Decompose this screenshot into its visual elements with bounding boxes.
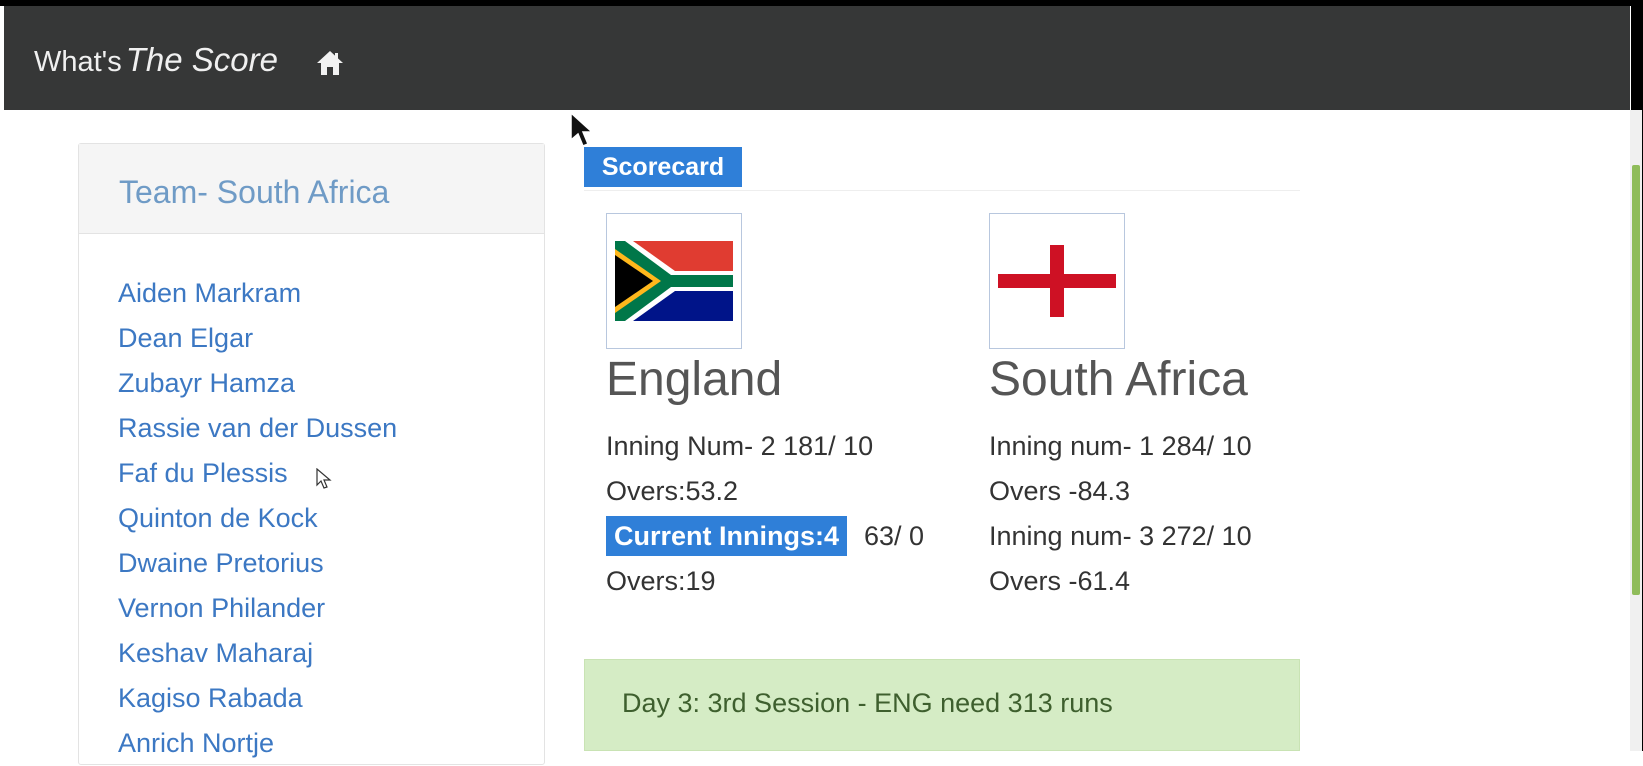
scorecard-badge: Scorecard — [584, 147, 742, 187]
inning-score: Inning Num- 2 181/ 10 — [606, 431, 874, 461]
player-list: Aiden Markram Dean Elgar Zubayr Hamza Ra… — [118, 271, 397, 766]
overs-text: Overs -84.3 — [989, 476, 1131, 506]
team-name: England — [606, 353, 783, 406]
player-link[interactable]: Anrich Nortje — [118, 721, 397, 766]
player-link[interactable]: Rassie van der Dussen — [118, 406, 397, 451]
player-link[interactable]: Kagiso Rabada — [118, 676, 397, 721]
brand-text: What's — [34, 46, 122, 78]
player-link[interactable]: Dean Elgar — [118, 316, 397, 361]
player-link[interactable]: Dwaine Pretorius — [118, 541, 397, 586]
player-link[interactable]: Zubayr Hamza — [118, 361, 397, 406]
mouse-pointer-icon — [570, 112, 594, 147]
inning-score: Inning num- 1 284/ 10 — [989, 431, 1252, 461]
team-name: South Africa — [989, 353, 1248, 406]
england-flag-icon — [998, 241, 1116, 321]
player-link[interactable]: Aiden Markram — [118, 271, 397, 316]
current-innings-score: 63/ 0 — [864, 521, 925, 551]
overs-text: Overs -61.4 — [989, 566, 1131, 596]
team-flag-thumbnail — [989, 213, 1125, 349]
player-link[interactable]: Keshav Maharaj — [118, 631, 397, 676]
player-link[interactable]: Quinton de Kock — [118, 496, 397, 541]
team-panel-title: Team- South Africa — [119, 174, 390, 210]
session-status-alert: Day 3: 3rd Session - ENG need 313 runs — [584, 659, 1300, 751]
page-scrollbar[interactable] — [1630, 110, 1642, 751]
team-panel: Team- South Africa Aiden Markram Dean El… — [78, 143, 545, 765]
player-link[interactable]: Vernon Philander — [118, 586, 397, 631]
player-link[interactable]: Faf du Plessis — [118, 451, 397, 496]
navbar: What's The Score — [4, 6, 1630, 110]
inning-score: Inning num- 3 272/ 10 — [989, 521, 1252, 551]
south-africa-flag-icon — [615, 241, 733, 321]
brand-text-emphasis: The Score — [125, 41, 278, 78]
current-innings-badge: Current Innings:4 — [606, 516, 848, 556]
overs-text: Overs:53.2 — [606, 476, 739, 506]
team-flag-thumbnail — [606, 213, 742, 349]
brand-logo[interactable]: What's The Score — [34, 41, 278, 79]
pointer-ghost-icon — [316, 468, 332, 489]
scrollbar-thumb[interactable] — [1632, 165, 1640, 595]
scorecard-divider — [584, 190, 1300, 191]
session-status-text: Day 3: 3rd Session - ENG need 313 runs — [622, 688, 1113, 718]
current-overs-text: Overs:19 — [606, 566, 716, 596]
home-icon[interactable] — [316, 50, 344, 76]
